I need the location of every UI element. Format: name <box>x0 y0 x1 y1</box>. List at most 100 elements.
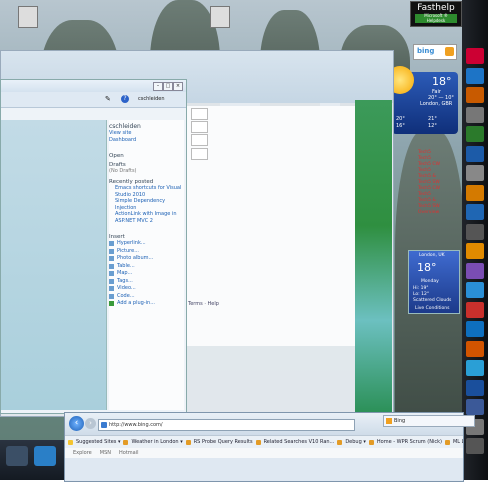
help-icon[interactable]: ? <box>121 95 129 103</box>
insert-item[interactable]: Video... <box>109 285 184 293</box>
weather-gadget[interactable]: 18° Fair 20° — 10° London, GBR 20° 16° 2… <box>386 66 458 134</box>
insert-item-icon <box>109 286 114 291</box>
favorite-link[interactable]: ML Lectures - Home <box>445 439 463 445</box>
close-button[interactable]: × <box>173 82 183 91</box>
open-heading[interactable]: Open <box>109 153 184 159</box>
taskbar-app-button[interactable] <box>6 446 28 466</box>
insert-item-icon <box>109 263 114 269</box>
favorite-link[interactable]: Weather in London ▾ <box>123 439 182 445</box>
site-link[interactable]: MSN <box>100 450 111 456</box>
weather2-link[interactable]: Live Conditions <box>415 306 449 311</box>
desktop-folder-icon[interactable] <box>18 6 38 28</box>
site-link[interactable]: Hotmail <box>119 450 139 456</box>
back-button[interactable]: ‹ <box>69 416 84 431</box>
taskbar-app-button[interactable] <box>466 243 484 259</box>
site-links-bar: Explore MSN Hotmail <box>65 448 463 458</box>
bing-search-gadget[interactable]: bing <box>413 44 457 60</box>
favorite-link[interactable]: Suggested Sites ▾ <box>68 439 120 445</box>
editor-canvas[interactable] <box>1 120 107 410</box>
weather2-cond: Scattered Clouds <box>413 298 452 303</box>
site-link[interactable]: Explore <box>73 450 92 456</box>
browser-tab[interactable]: Bing <box>383 415 475 427</box>
taskbar-app-button[interactable] <box>466 399 484 415</box>
taskbar-app-button[interactable] <box>466 67 484 84</box>
tab-label: Bing <box>394 418 406 424</box>
insert-item[interactable]: Code... <box>109 293 184 301</box>
title-bar: – □ × <box>1 80 186 92</box>
insert-item[interactable]: Tags... <box>109 278 184 286</box>
taskbar-app-button[interactable] <box>466 360 484 376</box>
search-icon[interactable] <box>445 47 454 56</box>
user-menu[interactable]: cschleiden <box>138 96 165 102</box>
taskbar-app-button[interactable] <box>466 301 484 318</box>
taskbar-app-button[interactable] <box>466 379 484 396</box>
taskbar-app-button[interactable] <box>466 145 484 162</box>
taskbar-app-button[interactable] <box>466 106 484 123</box>
favorite-link[interactable]: RS Probe Query Results <box>186 439 253 445</box>
form-field[interactable] <box>191 134 208 146</box>
favorite-link[interactable]: Related Searches V10 Ran... <box>256 439 335 445</box>
browser-window[interactable]: ‹ › http://www.bing.com/ Bing Suggested … <box>64 412 475 482</box>
blog-editor-window[interactable]: – □ × ✎ ? cschleiden cschleiden View sit… <box>0 79 187 414</box>
bing-tab-icon <box>386 418 392 424</box>
toolbar: ✎ ? cschleiden <box>1 92 186 108</box>
taskbar-app-button[interactable] <box>466 48 484 64</box>
taskbar-app-button[interactable] <box>466 165 484 181</box>
forecast-day1: 20° <box>396 116 405 122</box>
dashboard-link[interactable]: Dashboard <box>109 137 184 144</box>
taskbar-app-button[interactable] <box>466 340 484 357</box>
favorite-link[interactable]: Debug ▾ <box>337 439 366 445</box>
weather2-hi: Hi: 19° <box>413 286 429 291</box>
terms-help-link[interactable]: Terms · Help <box>188 301 219 307</box>
add-plugin-label: Add a plug-in... <box>117 300 155 306</box>
url-text: http://www.bing.com/ <box>109 422 163 428</box>
desktop-folder-icon[interactable] <box>210 6 230 28</box>
taskbar-app-button[interactable] <box>466 126 484 142</box>
forward-button[interactable]: › <box>85 418 96 429</box>
form-field[interactable] <box>191 121 208 133</box>
insert-item-icon <box>109 293 114 299</box>
insert-item-icon <box>109 256 114 261</box>
favorites-bar: Suggested Sites ▾ Weather in London ▾ RS P… <box>65 435 463 449</box>
taskbar-app-button[interactable] <box>466 438 484 454</box>
taskbar-app-button[interactable] <box>466 282 484 298</box>
taskbar-app-button[interactable] <box>466 223 484 240</box>
taskbar-app-button[interactable] <box>466 184 484 201</box>
recent-post-link[interactable]: Simple Dependency Injection <box>115 198 184 211</box>
insert-item[interactable]: Map... <box>109 270 184 278</box>
insert-item-label: Map... <box>117 270 133 276</box>
weather-gadget-2[interactable]: London, UK 18° Monday Hi: 19° Lo: 12° Sc… <box>408 250 460 314</box>
taskbar-app-button[interactable] <box>466 321 484 337</box>
insert-item-label: Code... <box>117 292 135 299</box>
insert-item[interactable]: Picture... <box>109 248 184 256</box>
recent-post-link[interactable]: Emacs shortcuts for Visual Studio 2010 <box>115 185 184 198</box>
insert-item-icon <box>109 248 114 254</box>
insert-item[interactable]: Hyperlink... <box>109 240 184 248</box>
weather2-lo: Lo: 12° <box>413 292 430 297</box>
favorite-link[interactable]: Home - WPR Scrum (Nick) <box>369 439 442 445</box>
feed-list-gadget[interactable]: Tech5 Tech5 Tech5 CW Tech5 Tech5 & Tech5 SW Te… <box>418 150 456 216</box>
form-field[interactable] <box>191 108 208 120</box>
pen-icon[interactable]: ✎ <box>105 95 111 103</box>
recent-post-link[interactable]: ActionLink with Image in ASP.NET MVC 2 <box>115 211 184 224</box>
weather-city: London, GBR <box>420 101 453 107</box>
recent-posts-list: Emacs shortcuts for Visual Studio 2010 Si… <box>109 185 184 224</box>
insert-item-label: Tags... <box>117 277 133 284</box>
weather2-city: London, UK <box>419 253 445 258</box>
form-field[interactable] <box>191 148 208 160</box>
minimize-button[interactable]: – <box>153 82 163 91</box>
taskbar-app-button[interactable] <box>466 204 484 220</box>
maximize-button[interactable]: □ <box>163 82 173 91</box>
insert-item[interactable]: Table... <box>109 263 184 271</box>
feed-item[interactable]: Overview <box>418 210 456 216</box>
insert-item[interactable]: Photo album... <box>109 255 184 263</box>
forecast-day2: 21° <box>428 116 437 122</box>
fasthelp-gadget[interactable]: Fasthelp Microsoft ® Helpdesk <box>410 1 462 27</box>
taskbar-app-button[interactable] <box>466 87 484 103</box>
add-plugin-link[interactable]: Add a plug-in... <box>109 300 184 308</box>
address-bar[interactable]: http://www.bing.com/ <box>98 419 355 431</box>
insert-item-label: Photo album... <box>117 255 154 261</box>
taskbar-app-button[interactable] <box>34 446 56 466</box>
insert-list: Hyperlink... Picture... Photo album... Tabl… <box>109 240 184 300</box>
taskbar-app-button[interactable] <box>466 262 484 279</box>
